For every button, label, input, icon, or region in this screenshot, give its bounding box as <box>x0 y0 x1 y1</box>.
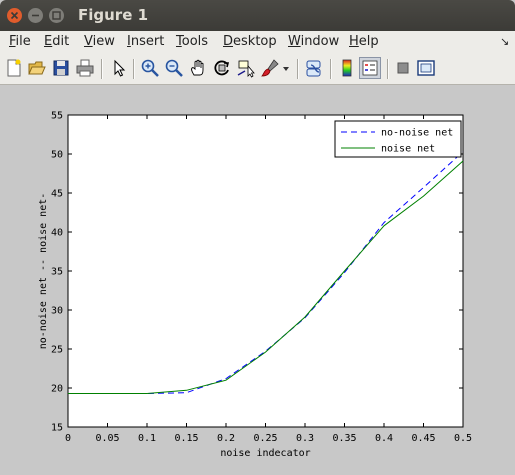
data-cursor-icon[interactable] <box>236 58 256 78</box>
rotate-3d-icon[interactable] <box>212 58 232 78</box>
close-icon <box>10 11 19 20</box>
insert-legend-icon[interactable] <box>359 57 381 79</box>
line-chart[interactable]: 0 0.05 0.1 0.15 0.2 0.25 0.3 0.35 0.4 0.45 0.5 15 20… <box>0 85 515 475</box>
menu-file[interactable]: File <box>9 34 31 49</box>
menu-bar: File Edit View Insert Tools Desktop Wind… <box>0 31 515 53</box>
menu-insert[interactable]: Insert <box>127 34 164 49</box>
x-tick-label: 0.25 <box>253 433 277 444</box>
open-file-icon[interactable] <box>27 58 47 78</box>
menu-desktop[interactable]: Desktop <box>223 34 277 49</box>
window-titlebar: Figure 1 <box>0 0 515 31</box>
y-tick-label: 40 <box>51 228 63 239</box>
menu-edit[interactable]: Edit <box>44 34 69 49</box>
edit-plot-arrow-icon[interactable] <box>109 58 129 78</box>
zoom-out-icon[interactable] <box>164 58 184 78</box>
y-tick-label: 15 <box>51 423 63 434</box>
y-tick-label: 35 <box>51 267 63 278</box>
minimize-icon <box>32 14 39 17</box>
x-tick-label: 0.5 <box>454 433 472 444</box>
legend-label-2: noise net <box>381 144 435 155</box>
save-icon[interactable] <box>51 58 71 78</box>
y-tick-label: 25 <box>51 345 63 356</box>
menu-window[interactable]: Window <box>288 34 339 49</box>
x-tick-label: 0.4 <box>375 433 393 444</box>
show-plot-tools-icon[interactable] <box>416 58 436 78</box>
brush-dropdown-icon[interactable] <box>281 58 291 78</box>
window-title: Figure 1 <box>78 6 149 24</box>
y-tick-label: 45 <box>51 189 63 200</box>
minimize-window-button[interactable] <box>28 8 43 23</box>
insert-colorbar-icon[interactable] <box>337 58 357 78</box>
x-tick-label: 0.45 <box>411 433 435 444</box>
figure-toolbar <box>0 53 515 85</box>
x-tick-label: 0.1 <box>138 433 156 444</box>
menu-help[interactable]: Help <box>349 34 379 49</box>
x-axis-label: noise indecator <box>220 448 310 459</box>
x-tick-label: 0.3 <box>296 433 314 444</box>
y-tick-label: 50 <box>51 150 63 161</box>
plot-area <box>67 114 464 428</box>
print-icon[interactable] <box>75 58 95 78</box>
menu-view[interactable]: View <box>84 34 115 49</box>
new-figure-icon[interactable] <box>4 58 24 78</box>
maximize-icon <box>52 11 61 20</box>
y-tick-label: 30 <box>51 306 63 317</box>
x-tick-label: 0.05 <box>95 433 119 444</box>
x-tick-label: 0.35 <box>332 433 356 444</box>
y-tick-label: 55 <box>51 111 63 122</box>
hide-plot-tools-icon[interactable] <box>393 58 413 78</box>
y-axis-label: no-noise net -- noise net- <box>38 193 49 350</box>
x-tick-label: 0.2 <box>217 433 235 444</box>
figure-canvas: 0 0.05 0.1 0.15 0.2 0.25 0.3 0.35 0.4 0.45 0.5 15 20… <box>0 85 515 475</box>
y-tick-label: 20 <box>51 384 63 395</box>
maximize-window-button[interactable] <box>49 8 64 23</box>
link-plot-icon[interactable] <box>304 58 324 78</box>
pan-hand-icon[interactable] <box>188 58 208 78</box>
dock-arrow-icon[interactable]: ↘ <box>500 35 509 48</box>
legend-label-1: no-noise net <box>381 128 453 139</box>
brush-icon[interactable] <box>260 58 280 78</box>
zoom-in-icon[interactable] <box>140 58 160 78</box>
x-tick-label: 0 <box>65 433 71 444</box>
x-tick-label: 0.15 <box>174 433 198 444</box>
menu-tools[interactable]: Tools <box>176 34 208 49</box>
close-window-button[interactable] <box>7 8 22 23</box>
